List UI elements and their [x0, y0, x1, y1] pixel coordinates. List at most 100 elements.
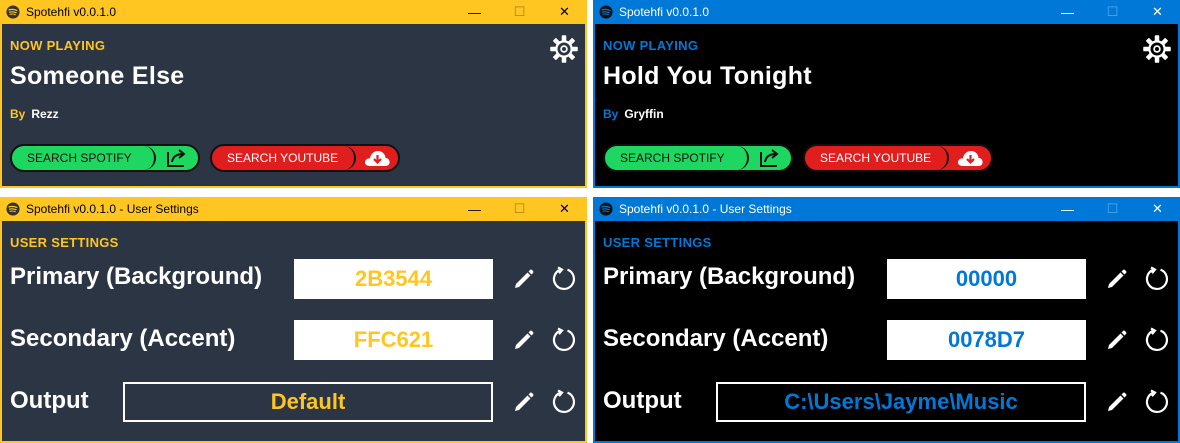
close-button[interactable]: ✕: [1135, 0, 1180, 24]
reset-icon: [552, 327, 576, 352]
primary-color-field[interactable]: 2B3544: [294, 259, 493, 299]
search-spotify-button[interactable]: SEARCH SPOTIFY: [603, 144, 793, 172]
close-icon: ✕: [559, 4, 570, 19]
output-path-field[interactable]: C:\Users\Jayme\Music: [716, 382, 1086, 422]
minimize-icon: —: [1061, 4, 1074, 20]
reset-primary-button[interactable]: [1143, 265, 1171, 293]
gear-icon[interactable]: [1142, 34, 1172, 64]
now-playing-label: NOW PLAYING: [10, 38, 106, 53]
minimize-button[interactable]: —: [452, 197, 497, 221]
title-bar[interactable]: Spotehfi v0.0.1.0 — ☐ ✕: [0, 0, 587, 24]
maximize-icon: ☐: [1106, 201, 1119, 216]
edit-output-button[interactable]: [1103, 388, 1131, 416]
spotify-logo-icon: [599, 202, 613, 216]
artist-name: Gryffin: [624, 107, 664, 121]
pencil-icon: [1108, 392, 1127, 411]
title-bar[interactable]: Spotehfi v0.0.1.0 - User Settings — ☐ ✕: [593, 197, 1180, 221]
search-spotify-label: SEARCH SPOTIFY: [605, 146, 749, 170]
minimize-button[interactable]: —: [1045, 0, 1090, 24]
by-label: By: [10, 107, 26, 121]
user-settings-label: USER SETTINGS: [603, 235, 712, 250]
search-youtube-label: SEARCH YOUTUBE: [805, 146, 949, 170]
reset-secondary-button[interactable]: [1143, 326, 1171, 354]
secondary-color-field[interactable]: 0078D7: [887, 320, 1086, 360]
reset-icon: [1145, 266, 1169, 291]
artist-row: By Rezz: [10, 107, 59, 121]
main-window-yellow: Spotehfi v0.0.1.0 — ☐ ✕ NOW PLAYING Some…: [0, 0, 587, 188]
maximize-icon: ☐: [513, 201, 526, 216]
close-icon: ✕: [1152, 4, 1163, 19]
primary-label: Primary (Background): [10, 263, 263, 290]
artist-name: Rezz: [31, 107, 59, 121]
search-spotify-label: SEARCH SPOTIFY: [12, 146, 156, 170]
main-content: NOW PLAYING Hold You Tonight By Gryffin S…: [595, 24, 1178, 186]
window-title: Spotehfi v0.0.1.0: [619, 5, 710, 19]
output-label: Output: [603, 387, 682, 414]
settings-window-yellow: Spotehfi v0.0.1.0 - User Settings — ☐ ✕ …: [0, 197, 587, 443]
main-content: NOW PLAYING Someone Else By Rezz SEARCH S…: [2, 24, 585, 186]
primary-label: Primary (Background): [603, 263, 856, 290]
minimize-icon: —: [468, 201, 481, 217]
cloud-download-icon: [364, 151, 390, 166]
maximize-button[interactable]: ☐: [1090, 0, 1135, 24]
pencil-icon: [1108, 330, 1127, 349]
window-title: Spotehfi v0.0.1.0: [26, 5, 117, 19]
search-youtube-button[interactable]: SEARCH YOUTUBE: [210, 144, 400, 172]
edit-primary-button[interactable]: [1103, 265, 1131, 293]
primary-color-field[interactable]: 00000: [887, 259, 1086, 299]
pencil-icon: [1108, 269, 1127, 288]
pencil-icon: [515, 269, 534, 288]
reset-output-button[interactable]: [550, 388, 578, 416]
close-icon: ✕: [559, 201, 570, 216]
output-path-field[interactable]: Default: [123, 382, 493, 422]
maximize-icon: ☐: [1106, 4, 1119, 19]
spotify-logo-icon: [6, 202, 20, 216]
close-button[interactable]: ✕: [542, 197, 587, 221]
reset-icon: [1145, 327, 1169, 352]
output-label: Output: [10, 387, 89, 414]
search-youtube-label: SEARCH YOUTUBE: [212, 146, 356, 170]
pencil-icon: [515, 330, 534, 349]
edit-primary-button[interactable]: [510, 265, 538, 293]
reset-secondary-button[interactable]: [550, 326, 578, 354]
maximize-icon: ☐: [513, 4, 526, 19]
gear-icon[interactable]: [549, 34, 579, 64]
reset-primary-button[interactable]: [550, 265, 578, 293]
secondary-color-field[interactable]: FFC621: [294, 320, 493, 360]
settings-content: USER SETTINGS Primary (Background) 2B354…: [2, 221, 585, 441]
reset-output-button[interactable]: [1143, 388, 1171, 416]
share-arrow-icon: [760, 149, 779, 167]
spotify-logo-icon: [6, 5, 20, 19]
settings-window-blue: Spotehfi v0.0.1.0 - User Settings — ☐ ✕ …: [593, 197, 1180, 443]
search-youtube-button[interactable]: SEARCH YOUTUBE: [803, 144, 993, 172]
artist-row: By Gryffin: [603, 107, 664, 121]
close-button[interactable]: ✕: [1135, 197, 1180, 221]
title-bar[interactable]: Spotehfi v0.0.1.0 — ☐ ✕: [593, 0, 1180, 24]
title-bar[interactable]: Spotehfi v0.0.1.0 - User Settings — ☐ ✕: [0, 197, 587, 221]
minimize-button[interactable]: —: [452, 0, 497, 24]
window-title: Spotehfi v0.0.1.0 - User Settings: [26, 202, 199, 216]
user-settings-label: USER SETTINGS: [10, 235, 119, 250]
maximize-button[interactable]: ☐: [1090, 197, 1135, 221]
maximize-button[interactable]: ☐: [497, 0, 542, 24]
cloud-download-icon: [957, 151, 983, 166]
close-button[interactable]: ✕: [542, 0, 587, 24]
minimize-icon: —: [468, 4, 481, 20]
edit-output-button[interactable]: [510, 388, 538, 416]
song-title: Hold You Tonight: [603, 62, 812, 90]
edit-secondary-button[interactable]: [510, 326, 538, 354]
minimize-icon: —: [1061, 201, 1074, 217]
maximize-button[interactable]: ☐: [497, 197, 542, 221]
song-title: Someone Else: [10, 62, 185, 90]
reset-icon: [1145, 389, 1169, 414]
window-title: Spotehfi v0.0.1.0 - User Settings: [619, 202, 792, 216]
edit-secondary-button[interactable]: [1103, 326, 1131, 354]
secondary-label: Secondary (Accent): [10, 325, 236, 352]
minimize-button[interactable]: —: [1045, 197, 1090, 221]
by-label: By: [603, 107, 619, 121]
reset-icon: [552, 266, 576, 291]
reset-icon: [552, 389, 576, 414]
spotify-logo-icon: [599, 5, 613, 19]
search-spotify-button[interactable]: SEARCH SPOTIFY: [10, 144, 200, 172]
pencil-icon: [515, 392, 534, 411]
